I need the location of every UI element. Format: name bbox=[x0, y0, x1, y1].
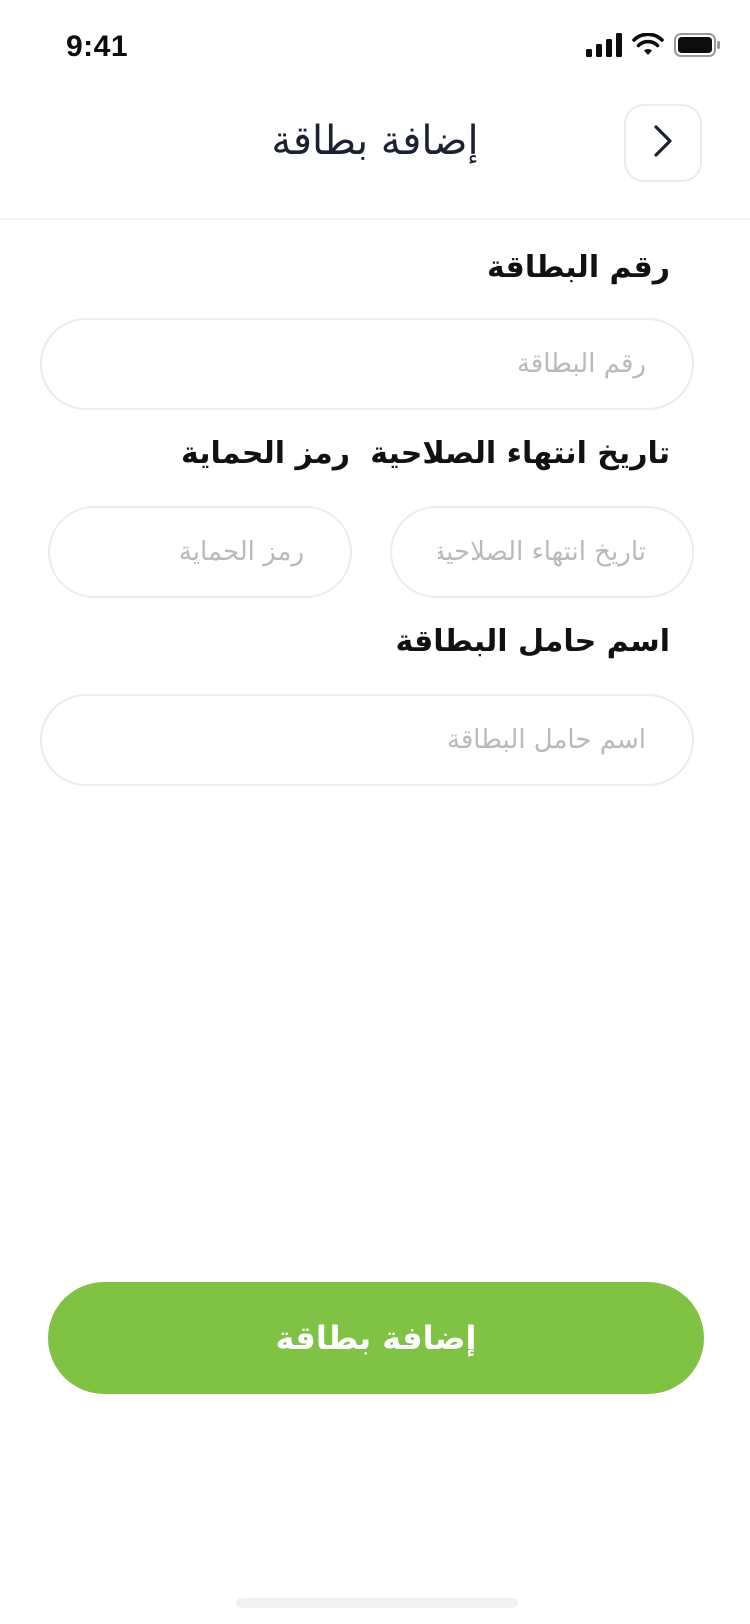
wifi-icon bbox=[632, 32, 664, 61]
header: إضافة بطاقة bbox=[0, 96, 750, 220]
card-holder-input[interactable] bbox=[40, 694, 694, 786]
status-bar: 9:41 bbox=[0, 0, 750, 96]
add-card-button[interactable]: إضافة بطاقة bbox=[48, 1282, 704, 1394]
security-code-input[interactable] bbox=[48, 506, 352, 598]
status-time: 9:41 bbox=[66, 30, 129, 63]
status-icons bbox=[586, 32, 720, 61]
home-indicator bbox=[236, 1598, 518, 1608]
security-code-label: رمز الحماية bbox=[181, 436, 350, 471]
add-card-button-label: إضافة بطاقة bbox=[275, 1319, 477, 1357]
card-number-input[interactable] bbox=[40, 318, 694, 410]
card-number-label: رقم البطاقة bbox=[486, 250, 670, 285]
expiry-date-label: تاريخ انتهاء الصلاحية bbox=[370, 436, 670, 471]
signal-icon bbox=[586, 33, 622, 61]
back-button[interactable] bbox=[624, 104, 702, 182]
card-holder-label: اسم حامل البطاقة bbox=[395, 624, 670, 659]
chevron-right-icon bbox=[652, 124, 674, 162]
battery-icon bbox=[674, 33, 720, 61]
expiry-date-input[interactable] bbox=[390, 506, 694, 598]
